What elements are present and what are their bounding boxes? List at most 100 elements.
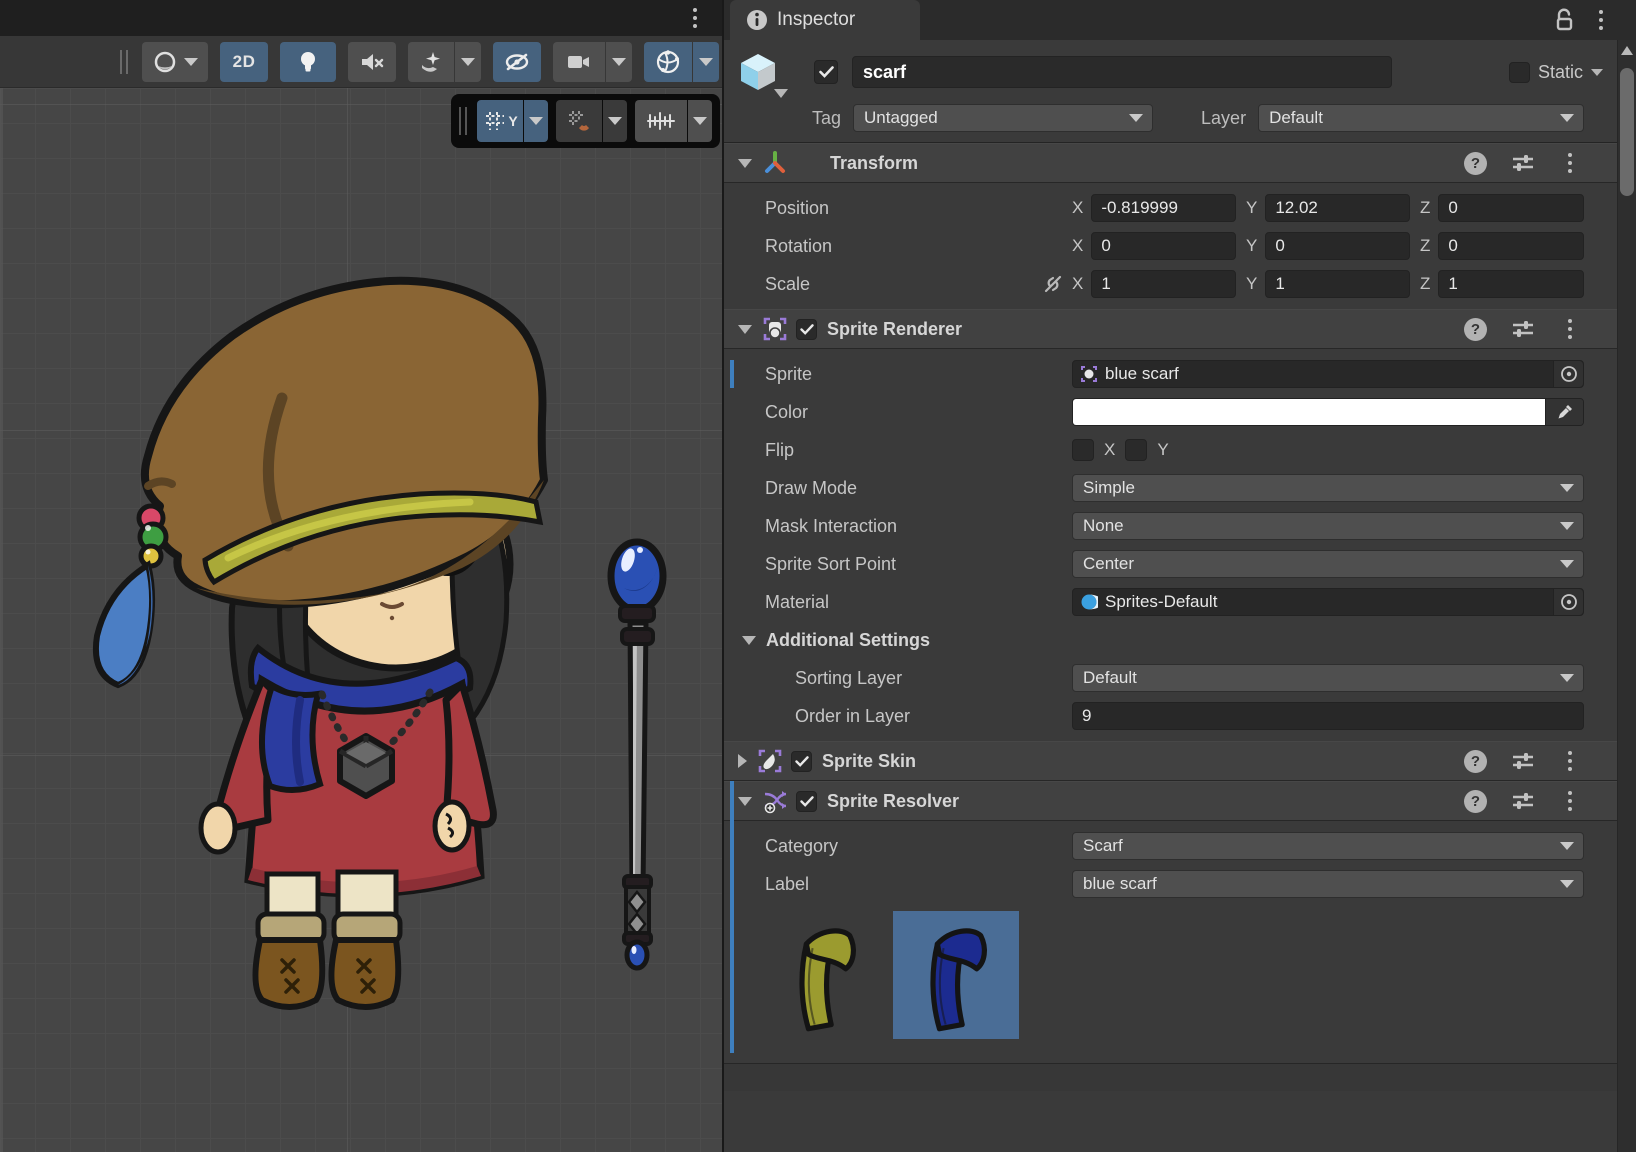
sprite-renderer-foldout[interactable] <box>738 325 752 334</box>
scene-lighting-button[interactable] <box>280 42 336 82</box>
snapbar-drag-handle[interactable] <box>459 107 467 135</box>
position-z-field[interactable]: 0 <box>1438 194 1584 222</box>
gameobject-active-checkbox[interactable] <box>814 60 838 84</box>
scale-z-field[interactable]: 1 <box>1438 270 1584 298</box>
sprite-skin-header[interactable]: Sprite Skin ? <box>724 741 1617 781</box>
object-picker-button[interactable] <box>1553 589 1583 615</box>
flip-x-checkbox[interactable] <box>1072 439 1094 461</box>
blue-scarf-thumbnail <box>901 913 1011 1037</box>
gizmos-arrow[interactable] <box>693 42 719 82</box>
sorting-layer-dropdown[interactable]: Default <box>1072 664 1584 692</box>
grid-visibility-button[interactable]: Y <box>477 100 523 142</box>
static-dropdown-arrow[interactable] <box>1591 69 1603 76</box>
order-in-layer-field[interactable]: 9 <box>1072 702 1584 730</box>
scene-camera-dropdown-group <box>553 42 632 82</box>
help-icon[interactable]: ? <box>1464 750 1487 773</box>
scene-toolbar: 2D <box>0 36 722 88</box>
sprite-resolver-kebab-icon[interactable] <box>1559 788 1581 814</box>
object-picker-button[interactable] <box>1553 361 1583 387</box>
scale-x-field[interactable]: 1 <box>1091 270 1236 298</box>
sprite-variant-yellow-scarf[interactable] <box>762 911 888 1039</box>
shading-mode-dropdown[interactable] <box>142 42 208 82</box>
scene-camera-arrow[interactable] <box>606 42 632 82</box>
scene-effects-button[interactable] <box>408 42 454 82</box>
scene-effects-arrow[interactable] <box>455 42 481 82</box>
position-y-field[interactable]: 12.02 <box>1265 194 1410 222</box>
scene-viewport[interactable]: Y <box>0 88 722 1152</box>
inspector-scrollbar[interactable] <box>1617 40 1636 1152</box>
gizmos-button[interactable] <box>644 42 692 82</box>
snap-magnet-icon <box>566 108 592 134</box>
scene-effects-dropdown-group <box>408 42 481 82</box>
sprite-resolver-enabled-checkbox[interactable] <box>796 791 817 812</box>
scene-menu-kebab-icon[interactable] <box>684 5 706 31</box>
presets-icon[interactable] <box>1511 790 1535 812</box>
material-object-field[interactable]: Sprites-Default <box>1072 588 1584 616</box>
rotation-y-field[interactable]: 0 <box>1265 232 1410 260</box>
transform-foldout[interactable] <box>738 159 752 168</box>
layer-dropdown[interactable]: Default <box>1258 104 1584 132</box>
flip-y-checkbox[interactable] <box>1125 439 1147 461</box>
character-boots <box>255 940 398 1007</box>
sprite-object-field[interactable]: blue scarf <box>1072 360 1584 388</box>
scene-view-panel: 2D <box>0 0 722 1152</box>
scene-camera-button[interactable] <box>553 42 605 82</box>
inspector-menu-kebab-icon[interactable] <box>1590 7 1612 33</box>
hidden-objects-button[interactable] <box>493 42 541 82</box>
help-icon[interactable]: ? <box>1464 152 1487 175</box>
sprite-renderer-header[interactable]: Sprite Renderer ? <box>724 309 1617 349</box>
snap-increment-arrow[interactable] <box>688 100 712 142</box>
presets-icon[interactable] <box>1511 318 1535 340</box>
grid-visibility-arrow[interactable] <box>524 100 548 142</box>
color-field[interactable] <box>1072 398 1584 426</box>
sprite-renderer-enabled-checkbox[interactable] <box>796 319 817 340</box>
scene-audio-button[interactable] <box>348 42 396 82</box>
grid-snap-toolbar: Y <box>451 94 720 148</box>
help-icon[interactable]: ? <box>1464 790 1487 813</box>
sprite-variant-blue-scarf-selected[interactable] <box>893 911 1019 1039</box>
sorting-layer-label: Sorting Layer <box>765 668 1072 689</box>
sprite-resolver-title: Sprite Resolver <box>827 791 959 812</box>
scale-y-field[interactable]: 1 <box>1265 270 1410 298</box>
draw-mode-dropdown[interactable]: Simple <box>1072 474 1584 502</box>
mask-interaction-dropdown[interactable]: None <box>1072 512 1584 540</box>
rotation-label: Rotation <box>765 236 1072 257</box>
presets-icon[interactable] <box>1511 750 1535 772</box>
rotation-x-field[interactable]: 0 <box>1091 232 1236 260</box>
inspector-panel: Inspector <box>722 0 1636 1152</box>
lock-icon[interactable] <box>1554 8 1574 32</box>
grid-snapping-button[interactable] <box>556 100 602 142</box>
staff-sprite[interactable] <box>611 542 663 968</box>
sprite-skin-foldout[interactable] <box>738 754 747 768</box>
sprite-renderer-kebab-icon[interactable] <box>1559 316 1581 342</box>
gameobject-name-field[interactable]: scarf <box>852 56 1392 88</box>
position-x-field[interactable]: -0.819999 <box>1091 194 1236 222</box>
sprite-resolver-foldout[interactable] <box>738 797 752 806</box>
label-dropdown[interactable]: blue scarf <box>1072 870 1584 898</box>
additional-settings-foldout[interactable]: Additional Settings <box>724 621 1617 659</box>
sprite-sort-point-dropdown[interactable]: Center <box>1072 550 1584 578</box>
scrollbar-thumb[interactable] <box>1620 68 1634 196</box>
sprite-skin-enabled-checkbox[interactable] <box>791 751 812 772</box>
sprite-skin-kebab-icon[interactable] <box>1559 748 1581 774</box>
scroll-up-arrow[interactable] <box>1621 46 1633 55</box>
gameobject-foldout[interactable] <box>774 89 788 98</box>
tab-inspector[interactable]: Inspector <box>730 0 920 40</box>
snap-increment-button[interactable] <box>635 100 687 142</box>
color-swatch[interactable] <box>1073 399 1545 425</box>
toolbar-drag-handle[interactable] <box>120 50 128 74</box>
help-icon[interactable]: ? <box>1464 318 1487 341</box>
2d-mode-button[interactable]: 2D <box>220 42 268 82</box>
grid-snapping-arrow[interactable] <box>603 100 627 142</box>
presets-icon[interactable] <box>1511 152 1535 174</box>
transform-kebab-icon[interactable] <box>1559 150 1581 176</box>
static-checkbox[interactable] <box>1509 62 1530 83</box>
transform-header[interactable]: Transform ? <box>724 143 1617 183</box>
category-dropdown[interactable]: Scarf <box>1072 832 1584 860</box>
eyedropper-button[interactable] <box>1545 399 1583 425</box>
character-sprite[interactable] <box>96 281 544 1007</box>
tag-dropdown[interactable]: Untagged <box>853 104 1153 132</box>
scale-link-broken-icon[interactable] <box>1042 273 1064 295</box>
rotation-z-field[interactable]: 0 <box>1438 232 1584 260</box>
sprite-resolver-header[interactable]: Sprite Resolver ? <box>724 781 1617 821</box>
